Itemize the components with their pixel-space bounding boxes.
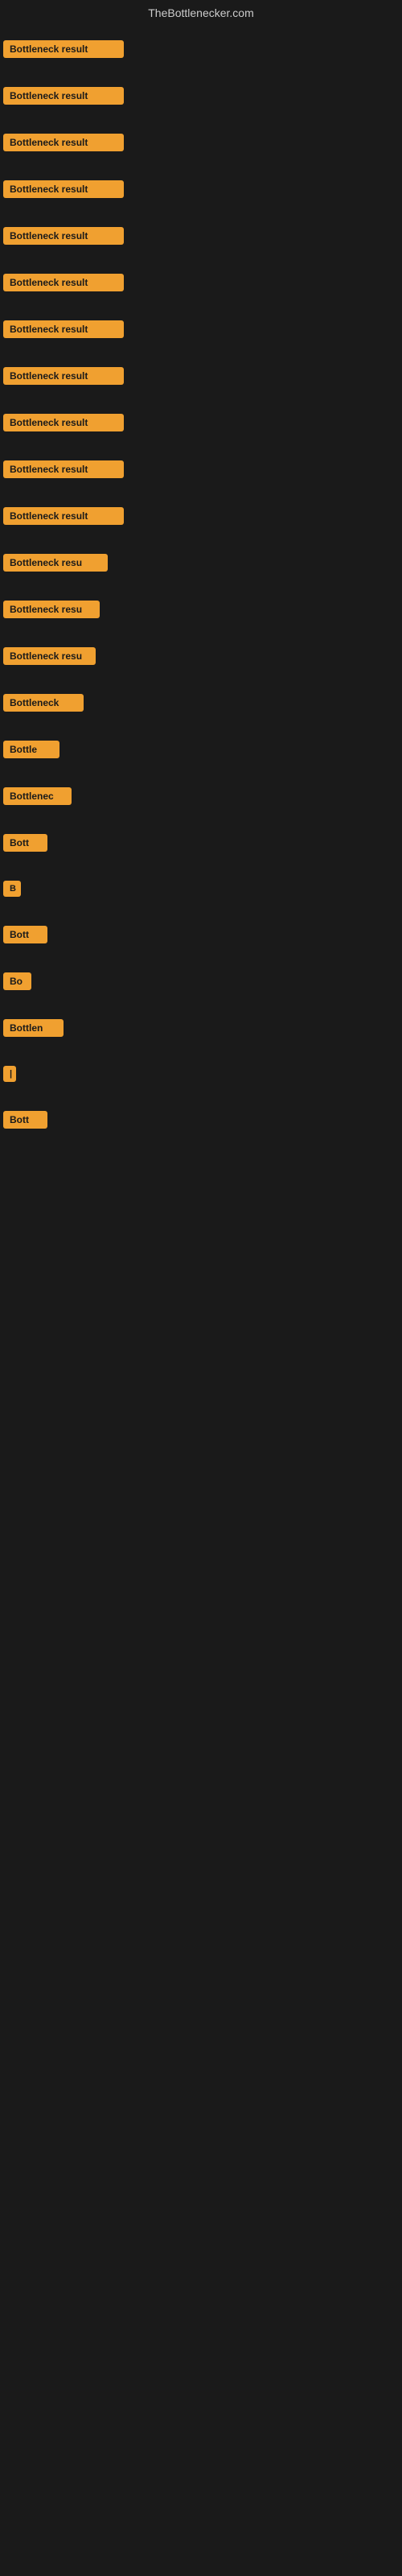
bottleneck-badge-3[interactable]: Bottleneck result <box>3 134 124 151</box>
bottleneck-badge-4[interactable]: Bottleneck result <box>3 180 124 198</box>
bottleneck-badge-13[interactable]: Bottleneck resu <box>3 601 100 618</box>
bottleneck-row-14: Bottleneck resu <box>0 641 402 671</box>
bottleneck-row-12: Bottleneck resu <box>0 547 402 578</box>
bottleneck-row-19: B <box>0 874 402 903</box>
bottleneck-badge-21[interactable]: Bo <box>3 972 31 990</box>
bottleneck-row-7: Bottleneck result <box>0 314 402 345</box>
bottleneck-row-24: Bott <box>0 1104 402 1135</box>
bottleneck-row-13: Bottleneck resu <box>0 594 402 625</box>
bottleneck-row-3: Bottleneck result <box>0 127 402 158</box>
bottleneck-badge-6[interactable]: Bottleneck result <box>3 274 124 291</box>
bottleneck-badge-5[interactable]: Bottleneck result <box>3 227 124 245</box>
bottleneck-badge-10[interactable]: Bottleneck result <box>3 460 124 478</box>
bottleneck-row-6: Bottleneck result <box>0 267 402 298</box>
bottleneck-badge-17[interactable]: Bottlenec <box>3 787 72 805</box>
bottleneck-row-15: Bottleneck <box>0 687 402 718</box>
bottleneck-badge-16[interactable]: Bottle <box>3 741 59 758</box>
bottleneck-row-10: Bottleneck result <box>0 454 402 485</box>
bottleneck-badge-15[interactable]: Bottleneck <box>3 694 84 712</box>
bottleneck-badge-12[interactable]: Bottleneck resu <box>3 554 108 572</box>
bottleneck-row-2: Bottleneck result <box>0 80 402 111</box>
bottleneck-badge-9[interactable]: Bottleneck result <box>3 414 124 431</box>
bottleneck-badge-20[interactable]: Bott <box>3 926 47 943</box>
bottleneck-row-16: Bottle <box>0 734 402 765</box>
bottleneck-badge-18[interactable]: Bott <box>3 834 47 852</box>
bottleneck-row-18: Bott <box>0 828 402 858</box>
bottleneck-row-21: Bo <box>0 966 402 997</box>
bottleneck-row-11: Bottleneck result <box>0 501 402 531</box>
bottleneck-row-23: | <box>0 1059 402 1088</box>
bottleneck-badge-7[interactable]: Bottleneck result <box>3 320 124 338</box>
bottleneck-row-5: Bottleneck result <box>0 221 402 251</box>
bottleneck-row-1: Bottleneck result <box>0 34 402 64</box>
bottleneck-row-4: Bottleneck result <box>0 174 402 204</box>
bottleneck-badge-14[interactable]: Bottleneck resu <box>3 647 96 665</box>
bottleneck-row-17: Bottlenec <box>0 781 402 811</box>
bottleneck-row-20: Bott <box>0 919 402 950</box>
bottleneck-badge-8[interactable]: Bottleneck result <box>3 367 124 385</box>
site-title: TheBottlenecker.com <box>0 0 402 26</box>
bottleneck-badge-2[interactable]: Bottleneck result <box>3 87 124 105</box>
bottleneck-badge-11[interactable]: Bottleneck result <box>3 507 124 525</box>
bottleneck-row-9: Bottleneck result <box>0 407 402 438</box>
bottleneck-row-8: Bottleneck result <box>0 361 402 391</box>
bottleneck-badge-19[interactable]: B <box>3 881 21 897</box>
bottleneck-badge-22[interactable]: Bottlen <box>3 1019 64 1037</box>
bottleneck-row-22: Bottlen <box>0 1013 402 1043</box>
bottleneck-badge-23[interactable]: | <box>3 1066 16 1082</box>
bottleneck-badge-24[interactable]: Bott <box>3 1111 47 1129</box>
bottleneck-badge-1[interactable]: Bottleneck result <box>3 40 124 58</box>
